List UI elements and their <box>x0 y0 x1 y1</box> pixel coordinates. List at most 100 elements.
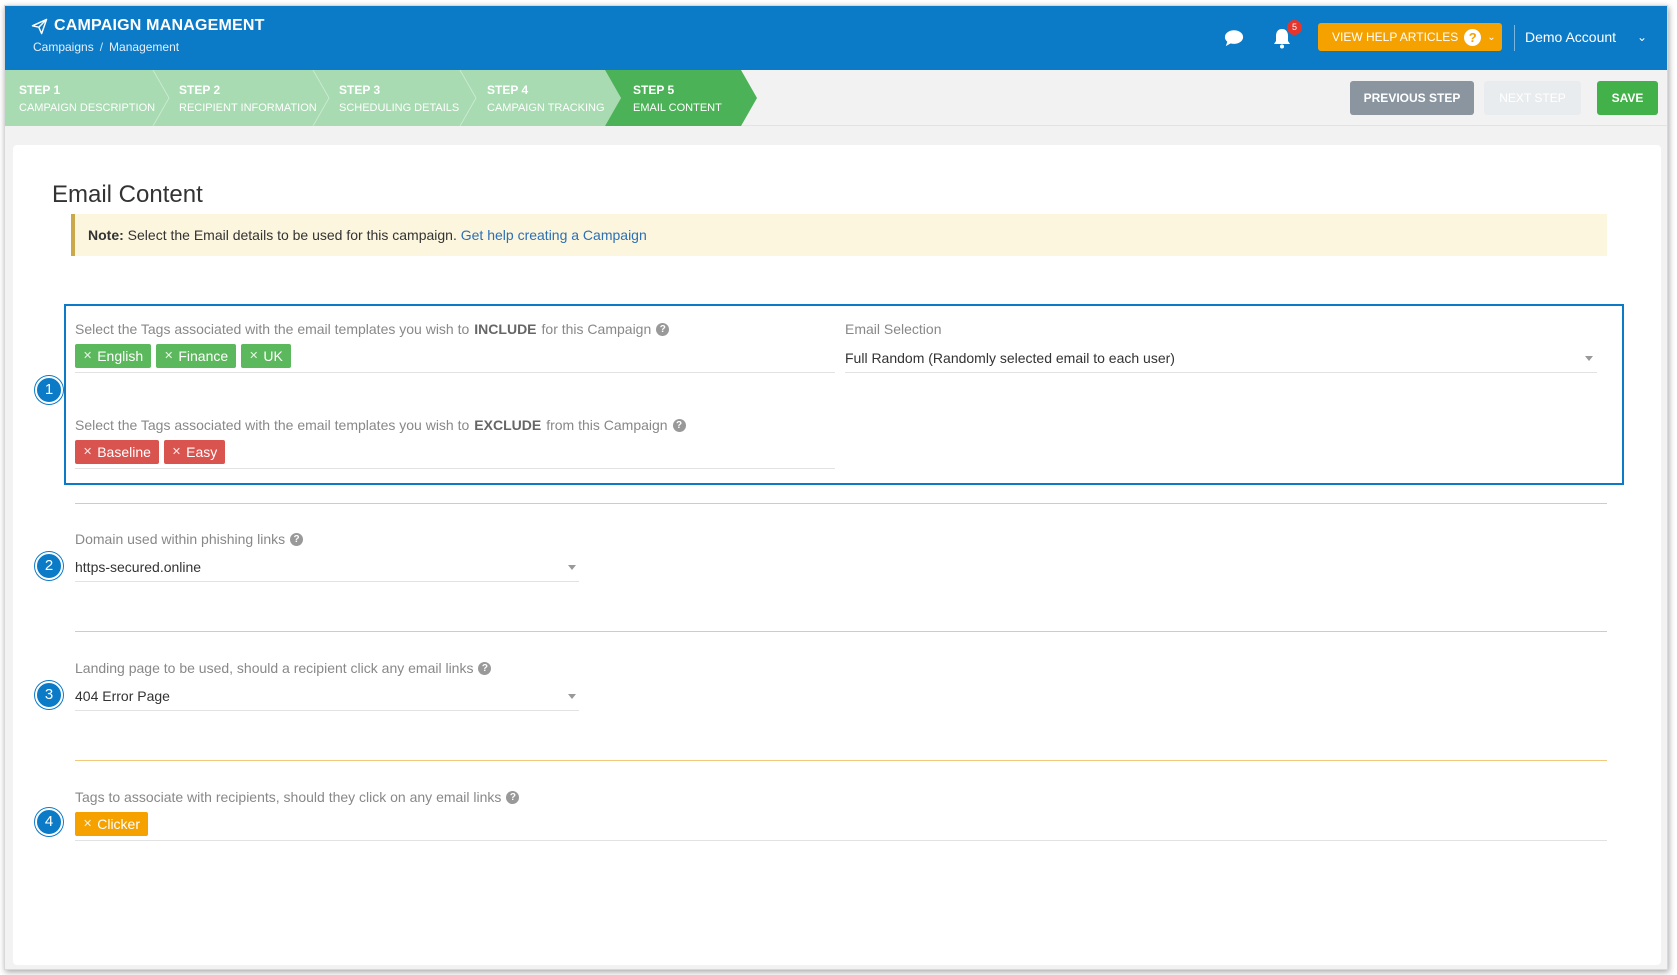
top-header: CAMPAIGN MANAGEMENT Campaigns / Manageme… <box>5 6 1667 70</box>
help-campaign-link[interactable]: Get help creating a Campaign <box>461 227 647 243</box>
email-selection-underline <box>845 372 1597 373</box>
include-tags-label: Select the Tags associated with the emai… <box>75 321 670 337</box>
dropdown-caret-icon[interactable] <box>568 694 576 699</box>
exclude-label-bold: EXCLUDE <box>474 417 542 433</box>
tag-label: Baseline <box>97 444 151 460</box>
step-3[interactable]: STEP 3 SCHEDULING DETAILS <box>325 70 459 126</box>
breadcrumb-campaigns[interactable]: Campaigns <box>33 40 94 54</box>
recipient-tags-label-text: Tags to associate with recipients, shoul… <box>75 789 502 805</box>
save-button[interactable]: SAVE <box>1597 81 1658 115</box>
domain-label: Domain used within phishing links ? <box>75 531 304 547</box>
remove-tag-icon[interactable]: ✕ <box>172 440 181 464</box>
step-number: STEP 4 <box>487 83 529 97</box>
step-label: CAMPAIGN DESCRIPTION <box>19 102 156 114</box>
step-number: STEP 5 <box>633 83 675 97</box>
remove-tag-icon[interactable]: ✕ <box>164 344 173 368</box>
step-4[interactable]: STEP 4 CAMPAIGN TRACKING <box>473 70 605 126</box>
account-chevron-icon[interactable]: ⌄ <box>1637 30 1647 44</box>
landing-page-select[interactable]: 404 Error Page <box>75 688 170 704</box>
step-label: EMAIL CONTENT <box>633 102 722 114</box>
exclude-label-suffix: from this Campaign <box>546 417 668 433</box>
email-content-card: Email Content <box>13 145 1661 965</box>
help-question-icon[interactable]: ? <box>506 790 520 804</box>
remove-tag-icon[interactable]: ✕ <box>249 344 258 368</box>
exclude-tags-input[interactable]: ✕ Baseline ✕ Easy <box>75 440 226 464</box>
step-number: STEP 2 <box>179 83 221 97</box>
step-number: STEP 1 <box>19 83 61 97</box>
email-selection-label: Email Selection <box>845 321 942 337</box>
help-question-icon[interactable]: ? <box>672 418 686 432</box>
tag-label: Clicker <box>97 816 140 832</box>
page-title: Email Content <box>52 181 203 208</box>
brand: CAMPAIGN MANAGEMENT <box>31 17 265 35</box>
tag-label: UK <box>263 348 283 364</box>
include-tag-uk[interactable]: ✕ UK <box>241 344 291 368</box>
include-label-bold: INCLUDE <box>474 321 537 337</box>
note-text: Select the Email details to be used for … <box>127 227 457 243</box>
note-banner: Note: Select the Email details to be use… <box>71 214 1607 256</box>
dropdown-caret-icon[interactable] <box>1585 356 1593 361</box>
remove-tag-icon[interactable]: ✕ <box>83 812 92 836</box>
app-window: CAMPAIGN MANAGEMENT Campaigns / Manageme… <box>4 5 1668 970</box>
dropdown-caret-icon[interactable] <box>568 565 576 570</box>
note-label: Note: <box>88 227 124 243</box>
paper-plane-icon <box>31 18 48 34</box>
step-1[interactable]: STEP 1 CAMPAIGN DESCRIPTION <box>5 70 155 126</box>
domain-underline <box>75 581 579 582</box>
step-label: SCHEDULING DETAILS <box>339 102 460 114</box>
wizard-steps-bar: STEP 1 CAMPAIGN DESCRIPTION STEP 2 RECIP… <box>5 70 1667 126</box>
landing-page-underline <box>75 710 579 711</box>
header-divider <box>1514 25 1515 51</box>
step-marker-4: 4 <box>35 808 63 836</box>
include-tags-underline <box>75 372 835 373</box>
account-menu[interactable]: Demo Account <box>1525 29 1616 45</box>
landing-page-label: Landing page to be used, should a recipi… <box>75 660 492 676</box>
section-divider <box>75 503 1607 504</box>
tag-label: Easy <box>186 444 218 460</box>
chevron-down-icon: ⌄ <box>1487 31 1496 43</box>
section-divider <box>75 631 1607 632</box>
remove-tag-icon[interactable]: ✕ <box>83 344 92 368</box>
exclude-tags-label: Select the Tags associated with the emai… <box>75 417 686 433</box>
recipient-tags-label: Tags to associate with recipients, shoul… <box>75 789 520 805</box>
step-marker-3: 3 <box>35 681 63 709</box>
step-label: CAMPAIGN TRACKING <box>487 102 605 114</box>
exclude-label-text: Select the Tags associated with the emai… <box>75 417 470 433</box>
tag-label: Finance <box>178 348 229 364</box>
include-tag-finance[interactable]: ✕ Finance <box>156 344 237 368</box>
question-icon: ? <box>1464 28 1482 46</box>
help-question-icon[interactable]: ? <box>656 322 670 336</box>
exclude-tags-underline <box>75 468 835 469</box>
recipient-tag-clicker[interactable]: ✕ Clicker <box>75 812 148 836</box>
step-5[interactable]: STEP 5 EMAIL CONTENT <box>619 70 722 126</box>
breadcrumb-management: Management <box>109 40 180 54</box>
remove-tag-icon[interactable]: ✕ <box>83 440 92 464</box>
help-question-icon[interactable]: ? <box>290 532 304 546</box>
domain-select[interactable]: https-secured.online <box>75 559 201 575</box>
tag-label: English <box>97 348 144 364</box>
recipient-tags-input[interactable]: ✕ Clicker <box>75 812 148 836</box>
step-number: STEP 3 <box>339 83 381 97</box>
step-2[interactable]: STEP 2 RECIPIENT INFORMATION <box>165 70 317 126</box>
next-step-button[interactable]: NEXT STEP <box>1484 81 1581 115</box>
exclude-tag-baseline[interactable]: ✕ Baseline <box>75 440 159 464</box>
email-selection-select[interactable]: Full Random (Randomly selected email to … <box>845 350 1175 366</box>
include-label-text: Select the Tags associated with the emai… <box>75 321 470 337</box>
include-tags-input[interactable]: ✕ English ✕ Finance ✕ UK <box>75 344 291 368</box>
breadcrumb: Campaigns / Management <box>33 40 179 54</box>
view-help-articles-button[interactable]: VIEW HELP ARTICLES ? ⌄ <box>1318 23 1502 51</box>
help-question-icon[interactable]: ? <box>478 661 492 675</box>
include-tag-english[interactable]: ✕ English <box>75 344 152 368</box>
step-label: RECIPIENT INFORMATION <box>179 102 317 114</box>
breadcrumb-separator: / <box>99 40 104 54</box>
chat-icon[interactable] <box>1223 28 1245 48</box>
section-divider <box>75 760 1607 761</box>
step-marker-2: 2 <box>35 552 63 580</box>
include-label-suffix: for this Campaign <box>541 321 652 337</box>
domain-label-text: Domain used within phishing links <box>75 531 286 547</box>
previous-step-button[interactable]: PREVIOUS STEP <box>1350 81 1474 115</box>
step-marker-1: 1 <box>35 376 63 404</box>
exclude-tag-easy[interactable]: ✕ Easy <box>163 440 226 464</box>
app-title: CAMPAIGN MANAGEMENT <box>54 17 265 34</box>
notifications-bell[interactable]: 5 <box>1270 20 1302 50</box>
